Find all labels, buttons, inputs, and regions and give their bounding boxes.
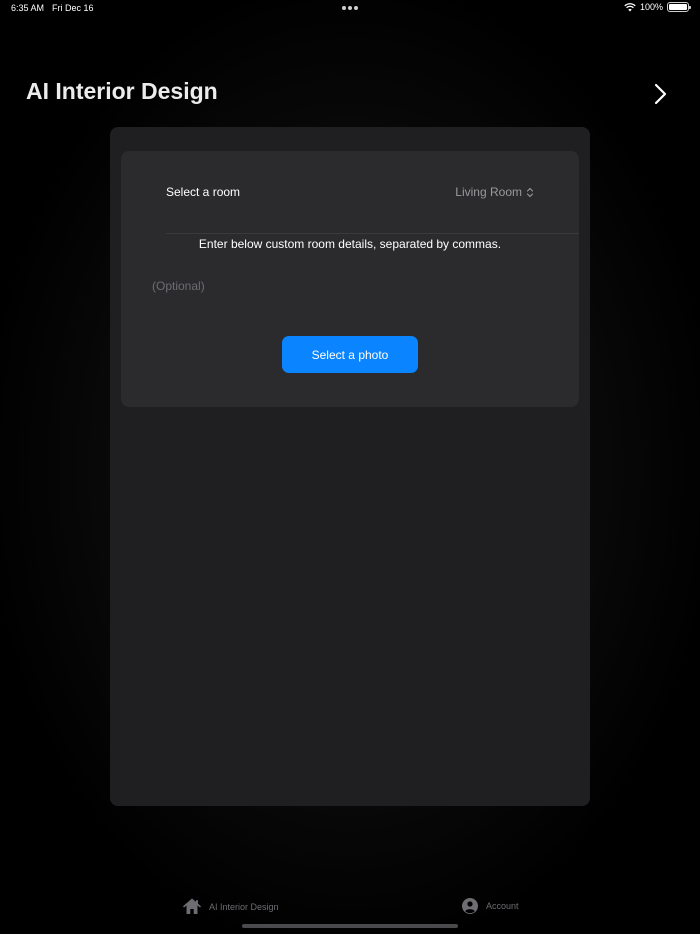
room-select-row[interactable]: Select a room Living Room — [121, 151, 579, 233]
room-picker-value: Living Room — [455, 185, 522, 199]
wifi-icon — [624, 3, 636, 12]
chevron-up-down-icon — [526, 187, 534, 197]
status-bar: 6:35 AM Fri Dec 16 100% — [0, 0, 700, 18]
tab-ai-interior-design[interactable]: AI Interior Design — [183, 898, 279, 915]
room-details-input[interactable] — [152, 276, 552, 296]
divider — [166, 233, 579, 234]
status-date: Fri Dec 16 — [52, 3, 94, 13]
content-panel: Select a room Living Room Enter below cu… — [110, 127, 590, 806]
status-indicators: 100% — [624, 2, 691, 12]
home-indicator — [242, 924, 458, 928]
room-select-label: Select a room — [166, 185, 241, 199]
multitasking-dots-icon[interactable] — [342, 6, 358, 10]
instructions-text: Enter below custom room details, separat… — [198, 237, 502, 251]
select-photo-button[interactable]: Select a photo — [282, 336, 418, 373]
battery-icon — [667, 2, 691, 12]
room-picker[interactable]: Living Room — [455, 185, 534, 199]
battery-percent: 100% — [639, 2, 663, 12]
tab-account[interactable]: Account — [462, 898, 519, 914]
person-circle-icon — [462, 898, 478, 914]
page-title: AI Interior Design — [26, 78, 218, 104]
room-form-card: Select a room Living Room Enter below cu… — [121, 151, 579, 407]
battery-level — [669, 4, 687, 10]
house-icon — [183, 898, 201, 914]
chevron-right-icon[interactable] — [652, 83, 668, 105]
tab-label: AI Interior Design — [209, 901, 279, 912]
status-time: 6:35 AM — [11, 3, 45, 13]
tab-label: Account — [486, 901, 519, 911]
